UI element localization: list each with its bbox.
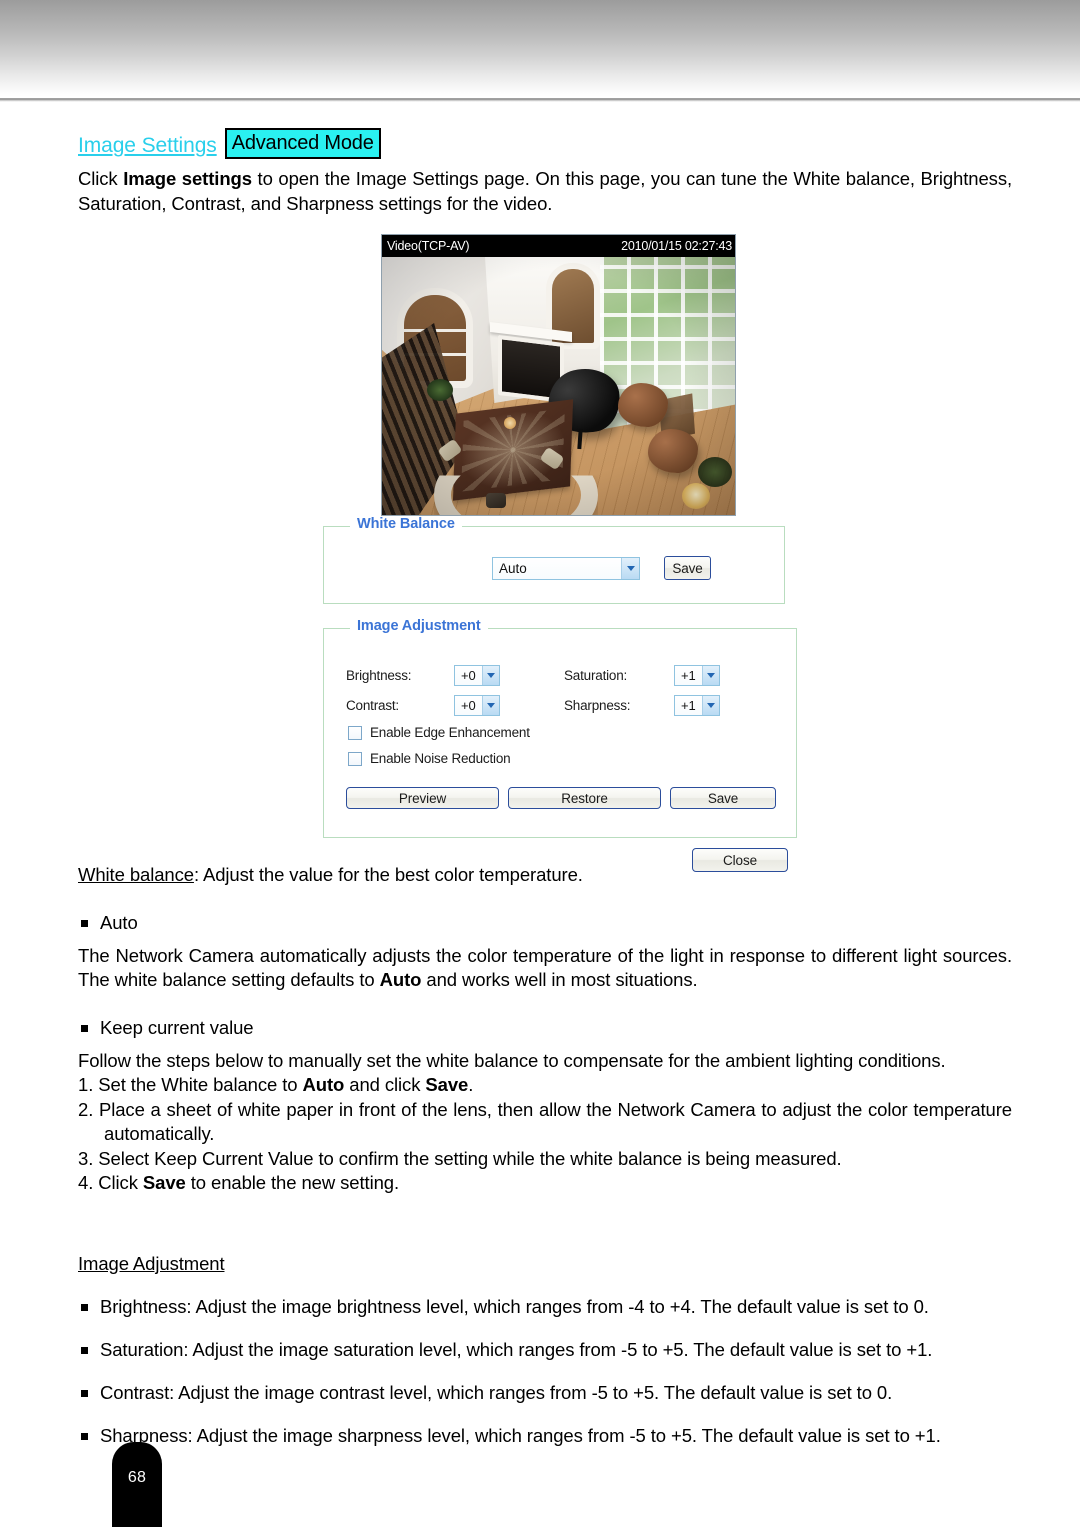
preview-button[interactable]: Preview (346, 787, 499, 809)
step-3-pre: Select Keep Current Value to confirm the… (98, 1147, 842, 1169)
step-4-b1: Save (142, 1172, 186, 1193)
image-adjustment-title-text: Image Adjustment (78, 1252, 225, 1274)
step-1: 1. Set the White balance to Auto and cli… (78, 1073, 1012, 1098)
chevron-down-icon[interactable] (481, 666, 499, 685)
image-adjustment-legend: Image Adjustment (350, 618, 488, 634)
keep-current-value-description: Follow the steps below to manually set t… (78, 1049, 946, 1071)
intro-text-before: Click (78, 168, 124, 189)
sharpness-row: Sharpness: +1 (564, 695, 720, 716)
step-4-mid: to enable the new setting. (185, 1172, 400, 1193)
saturation-label: Saturation: (564, 668, 628, 683)
noise-reduction-checkbox[interactable] (348, 751, 362, 766)
step-2-pre: Place a sheet of white paper in front of… (98, 1098, 1012, 1145)
contrast-bullet: Contrast: Adjust the image contrast leve… (78, 1380, 1012, 1405)
sharpness-bullet: Sharpness: Adjust the image sharpness le… (78, 1423, 1012, 1448)
embedded-ui-screenshot: Video(TCP-AV) 2010/01/15 02:27:43 White … (78, 234, 1012, 872)
table-centerpiece (504, 417, 516, 429)
saturation-row: Saturation: +1 (564, 665, 720, 686)
auto-text-2: and works well in most situations. (421, 969, 698, 990)
noise-reduction-label: Enable Noise Reduction (370, 751, 511, 766)
auto-bold: Auto (379, 969, 422, 990)
page-header-rule (0, 97, 1080, 102)
houseplant-2 (427, 379, 453, 401)
auto-description: The Network Camera automatically adjusts… (78, 944, 1012, 993)
contrast-value: +0 (460, 698, 476, 713)
contrast-select[interactable]: +0 (454, 695, 500, 716)
video-stage[interactable] (382, 257, 735, 515)
step-1-b1: Auto (302, 1074, 345, 1095)
saturation-value: +1 (680, 668, 696, 683)
advanced-mode-badge: Advanced Mode (224, 128, 381, 159)
page-number: 68 (127, 1469, 147, 1486)
image-adjustment-button-row: Preview Restore Save (346, 787, 776, 809)
page-title-row: Image Settings Advanced Mode (78, 128, 1012, 159)
chevron-down-icon[interactable] (481, 696, 499, 715)
restore-button[interactable]: Restore (508, 787, 661, 809)
video-stream-label: Video(TCP-AV) (387, 239, 470, 253)
sharpness-select[interactable]: +1 (674, 695, 720, 716)
floor-lamp-glow (682, 483, 710, 509)
page-content: Image Settings Advanced Mode Click Image… (78, 128, 1012, 1448)
edge-enhancement-row[interactable]: Enable Edge Enhancement (348, 725, 530, 740)
brightness-select[interactable]: +0 (454, 665, 500, 686)
page-title: Image Settings (78, 134, 217, 157)
step-1-b2: Save (425, 1074, 469, 1095)
page-header-band (0, 0, 1080, 97)
saturation-bullet: Saturation: Adjust the image saturation … (78, 1337, 1012, 1362)
sharpness-label: Sharpness: (564, 698, 631, 713)
brightness-value: +0 (460, 668, 476, 683)
video-timestamp: 2010/01/15 02:27:43 (621, 239, 732, 253)
step-2: 2. Place a sheet of white paper in front… (78, 1098, 1012, 1147)
step-4: 4. Click Save to enable the new setting. (78, 1171, 1012, 1196)
white-balance-select-value: Auto (499, 561, 527, 576)
armchair-2 (648, 429, 698, 473)
chevron-down-icon[interactable] (701, 696, 719, 715)
white-balance-description: White balance: Adjust the value for the … (78, 863, 1012, 888)
step-1-pre: Set the White balance to (98, 1074, 303, 1095)
keep-current-value-bullet: Keep current value (78, 1015, 1012, 1040)
white-balance-term: White balance (78, 864, 194, 885)
auto-bullet: Auto (78, 910, 1012, 935)
sofa-pillow-3 (486, 493, 506, 508)
step-1-num: 1. (78, 1074, 94, 1095)
step-4-pre: Click (98, 1172, 143, 1193)
step-2-num: 2. (78, 1098, 94, 1120)
contrast-row: Contrast: +0 (346, 695, 500, 716)
white-balance-select[interactable]: Auto (492, 557, 640, 580)
chevron-down-icon[interactable] (701, 666, 719, 685)
step-1-mid: and click (344, 1074, 426, 1095)
white-balance-save-button[interactable]: Save (664, 556, 711, 580)
image-adjustment-save-button[interactable]: Save (670, 787, 776, 809)
video-titlebar: Video(TCP-AV) 2010/01/15 02:27:43 (382, 235, 735, 257)
step-3-num: 3. (78, 1147, 94, 1169)
image-adjustment-section-title: Image Adjustment (78, 1252, 1012, 1277)
armchair-1 (618, 383, 668, 427)
white-balance-legend: White Balance (350, 516, 462, 532)
intro-bold-term: Image settings (123, 168, 252, 189)
houseplant-1 (698, 457, 732, 487)
edge-enhancement-checkbox[interactable] (348, 725, 362, 740)
contrast-label: Contrast: (346, 698, 399, 713)
white-balance-fieldset: White Balance Auto Save (323, 516, 785, 604)
step-4-num: 4. (78, 1172, 94, 1193)
saturation-select[interactable]: +1 (674, 665, 720, 686)
image-adjustment-fieldset: Image Adjustment Brightness: +0 Contrast… (323, 618, 797, 838)
chevron-down-icon[interactable] (621, 558, 639, 579)
video-preview-panel: Video(TCP-AV) 2010/01/15 02:27:43 (381, 234, 736, 516)
brightness-label: Brightness: (346, 668, 412, 683)
noise-reduction-row[interactable]: Enable Noise Reduction (348, 751, 511, 766)
white-balance-term-rest: : Adjust the value for the best color te… (193, 864, 583, 885)
close-button[interactable]: Close (692, 848, 788, 872)
brightness-row: Brightness: +0 (346, 665, 500, 686)
sharpness-value: +1 (680, 698, 696, 713)
edge-enhancement-label: Enable Edge Enhancement (370, 725, 530, 740)
brightness-bullet: Brightness: Adjust the image brightness … (78, 1294, 1012, 1319)
intro-paragraph: Click Image settings to open the Image S… (78, 167, 1012, 216)
step-1-post: . (468, 1074, 474, 1095)
page-number-tab: 68 (112, 1442, 162, 1527)
living-room-scene-image (382, 257, 735, 515)
step-3: 3. Select Keep Current Value to confirm … (78, 1147, 1012, 1172)
